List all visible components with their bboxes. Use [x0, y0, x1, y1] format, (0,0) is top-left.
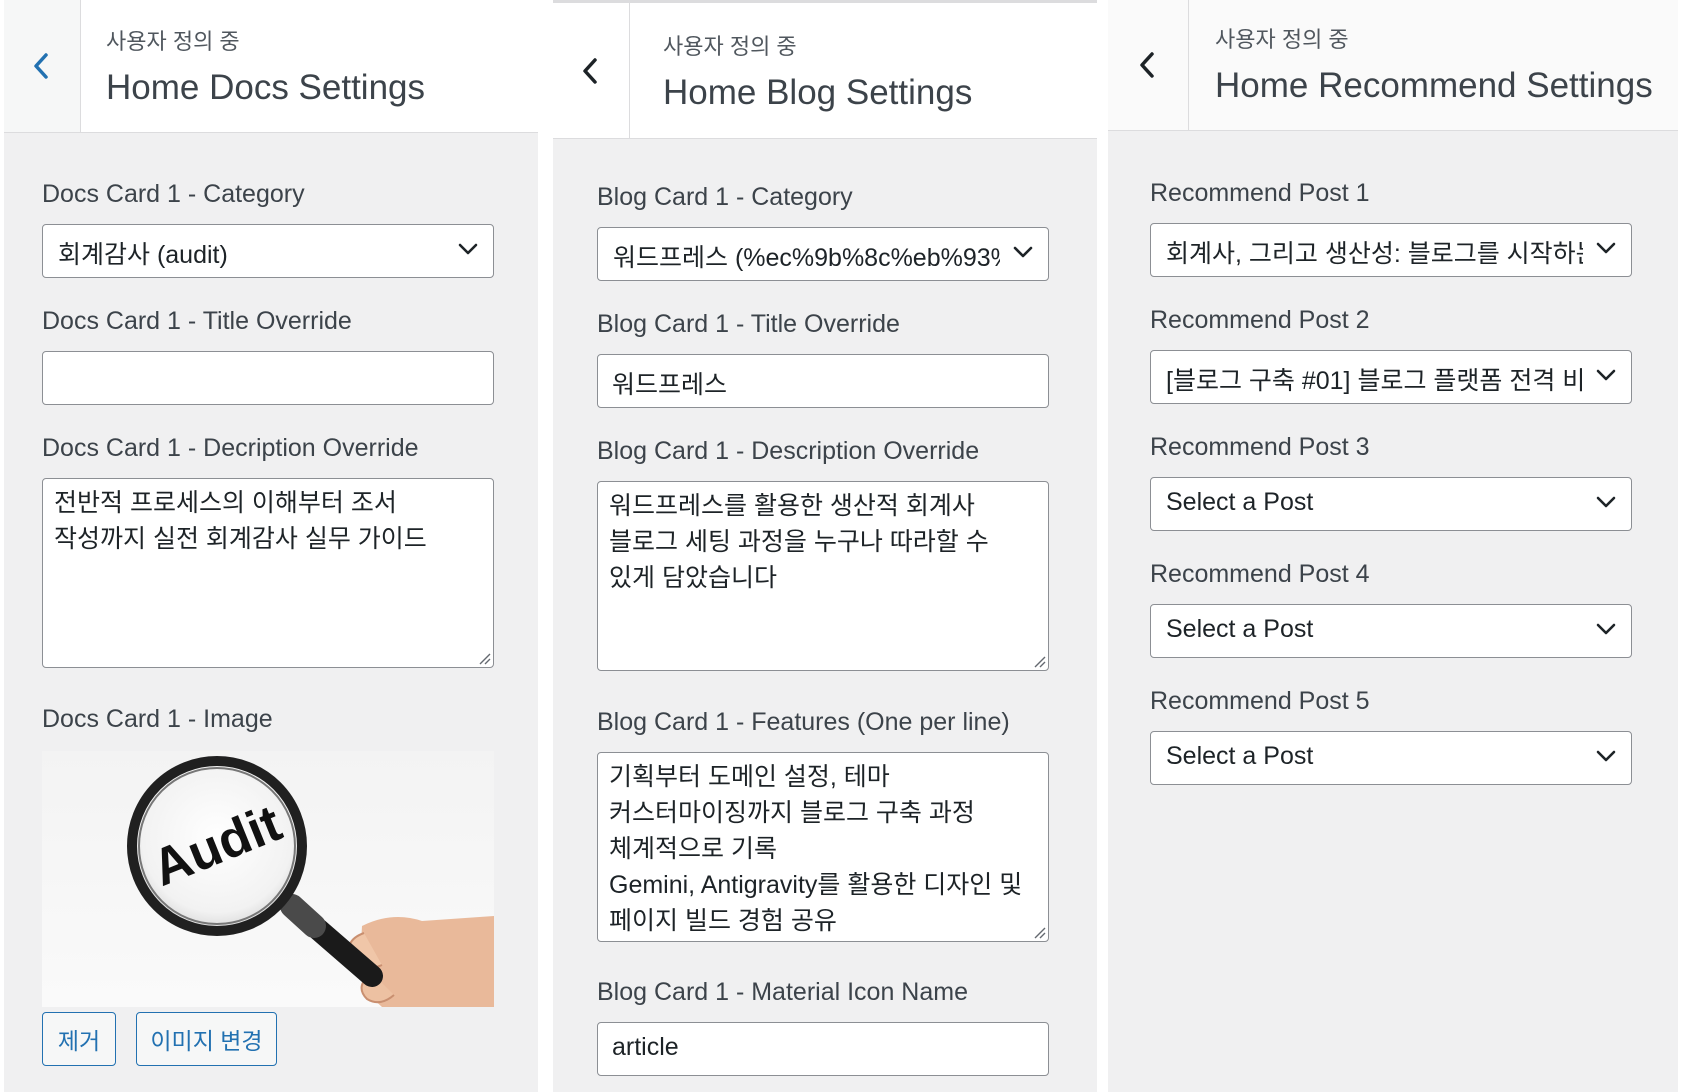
- docs-settings-panel: 사용자 정의 중 Home Docs Settings Docs Card 1 …: [4, 0, 538, 1092]
- select-value: Select a Post: [1166, 615, 1314, 643]
- select-value: 회계감사 (audit): [58, 241, 228, 269]
- blog-icon-name-input[interactable]: article: [597, 1022, 1049, 1076]
- recommend-settings-panel: 사용자 정의 중 Home Recommend Settings Recomme…: [1108, 0, 1678, 1092]
- docs-image-preview[interactable]: Audit: [42, 751, 494, 1007]
- field-label: Blog Card 1 - Material Icon Name: [597, 978, 968, 1006]
- textarea-value: 기획부터 도메인 설정, 테마 커스터마이징까지 블로그 구축 과정 체계적으로…: [609, 763, 1023, 935]
- select-value: 회계사, 그리고 생산성: 블로그를 시작하는 이유: [1166, 240, 1583, 268]
- docs-category-select[interactable]: 회계감사 (audit): [42, 224, 494, 278]
- field-label: Recommend Post 2: [1150, 306, 1370, 334]
- field-label: Blog Card 1 - Category: [597, 183, 853, 211]
- panel-header: 사용자 정의 중 Home Blog Settings: [553, 0, 1097, 139]
- textarea-value: 전반적 프로세스의 이해부터 조서 작성까지 실전 회계감사 실무 가이드: [54, 489, 427, 553]
- chevron-down-icon: [458, 243, 478, 255]
- docs-description-textarea[interactable]: 전반적 프로세스의 이해부터 조서 작성까지 실전 회계감사 실무 가이드: [42, 478, 494, 668]
- textarea-value: 워드프레스를 활용한 생산적 회계사 블로그 세팅 과정을 누구나 따라할 수 …: [609, 492, 996, 592]
- chevron-down-icon: [1596, 623, 1616, 635]
- select-value: Select a Post: [1166, 742, 1314, 770]
- chevron-left-icon: [34, 53, 48, 79]
- chevron-down-icon: [1596, 750, 1616, 762]
- field-label: Blog Card 1 - Features (One per line): [597, 708, 1010, 736]
- recommend-post-1-select[interactable]: 회계사, 그리고 생산성: 블로그를 시작하는 이유: [1150, 223, 1632, 277]
- panel-subtitle: 사용자 정의 중: [1215, 27, 1349, 52]
- chevron-left-icon: [1140, 52, 1154, 78]
- field-label: Blog Card 1 - Description Override: [597, 437, 980, 465]
- blog-description-textarea[interactable]: 워드프레스를 활용한 생산적 회계사 블로그 세팅 과정을 누구나 따라할 수 …: [597, 481, 1049, 671]
- blog-title-override-input[interactable]: 워드프레스: [597, 354, 1049, 408]
- field-label: Docs Card 1 - Image: [42, 705, 273, 733]
- blog-settings-panel: 사용자 정의 중 Home Blog Settings Blog Card 1 …: [553, 0, 1097, 1092]
- panel-title: Home Docs Settings: [106, 68, 426, 107]
- resize-grip-icon[interactable]: [1032, 925, 1046, 939]
- chevron-left-icon: [583, 57, 597, 84]
- panel-subtitle: 사용자 정의 중: [663, 34, 797, 59]
- blog-features-textarea[interactable]: 기획부터 도메인 설정, 테마 커스터마이징까지 블로그 구축 과정 체계적으로…: [597, 752, 1049, 942]
- chevron-down-icon: [1596, 242, 1616, 254]
- field-label: Docs Card 1 - Category: [42, 180, 305, 208]
- back-button[interactable]: [1108, 0, 1189, 130]
- field-label: Recommend Post 5: [1150, 687, 1370, 715]
- change-image-button[interactable]: 이미지 변경: [136, 1012, 277, 1066]
- docs-title-override-input[interactable]: [42, 351, 494, 405]
- remove-image-button[interactable]: 제거: [42, 1012, 116, 1066]
- field-label: Recommend Post 4: [1150, 560, 1370, 588]
- chevron-down-icon: [1596, 496, 1616, 508]
- back-button[interactable]: [4, 0, 81, 132]
- chevron-down-icon: [1013, 246, 1033, 258]
- field-label: Blog Card 1 - Title Override: [597, 310, 900, 338]
- panel-subtitle: 사용자 정의 중: [106, 29, 240, 54]
- field-label: Recommend Post 1: [1150, 179, 1370, 207]
- recommend-post-2-select[interactable]: [블로그 구축 #01] 블로그 플랫폼 전격 비교: [1150, 350, 1632, 404]
- recommend-post-5-select[interactable]: Select a Post: [1150, 731, 1632, 785]
- select-value: Select a Post: [1166, 488, 1314, 516]
- input-value: 워드프레스: [612, 371, 728, 399]
- recommend-post-4-select[interactable]: Select a Post: [1150, 604, 1632, 658]
- field-label: Docs Card 1 - Title Override: [42, 307, 352, 335]
- blog-category-select[interactable]: 워드프레스 (%ec%9b%8c%eb%93%9c%ed%94%84%eb%a0…: [597, 227, 1049, 281]
- select-value: [블로그 구축 #01] 블로그 플랫폼 전격 비교: [1166, 367, 1583, 395]
- field-label: Docs Card 1 - Decription Override: [42, 434, 419, 462]
- field-label: Recommend Post 3: [1150, 433, 1370, 461]
- back-button[interactable]: [553, 3, 630, 138]
- panel-title: Home Recommend Settings: [1215, 66, 1653, 105]
- chevron-down-icon: [1596, 369, 1616, 381]
- panel-header: 사용자 정의 중 Home Docs Settings: [4, 0, 538, 133]
- select-value: 워드프레스 (%ec%9b%8c%eb%93%9c%ed%94%84%eb%a0…: [613, 244, 1000, 272]
- resize-grip-icon[interactable]: [477, 651, 491, 665]
- resize-grip-icon[interactable]: [1032, 654, 1046, 668]
- magnifier-audit-image: Audit: [127, 756, 494, 1007]
- input-value: article: [612, 1033, 679, 1061]
- recommend-post-3-select[interactable]: Select a Post: [1150, 477, 1632, 531]
- panel-header: 사용자 정의 중 Home Recommend Settings: [1108, 0, 1678, 131]
- panel-title: Home Blog Settings: [663, 73, 973, 112]
